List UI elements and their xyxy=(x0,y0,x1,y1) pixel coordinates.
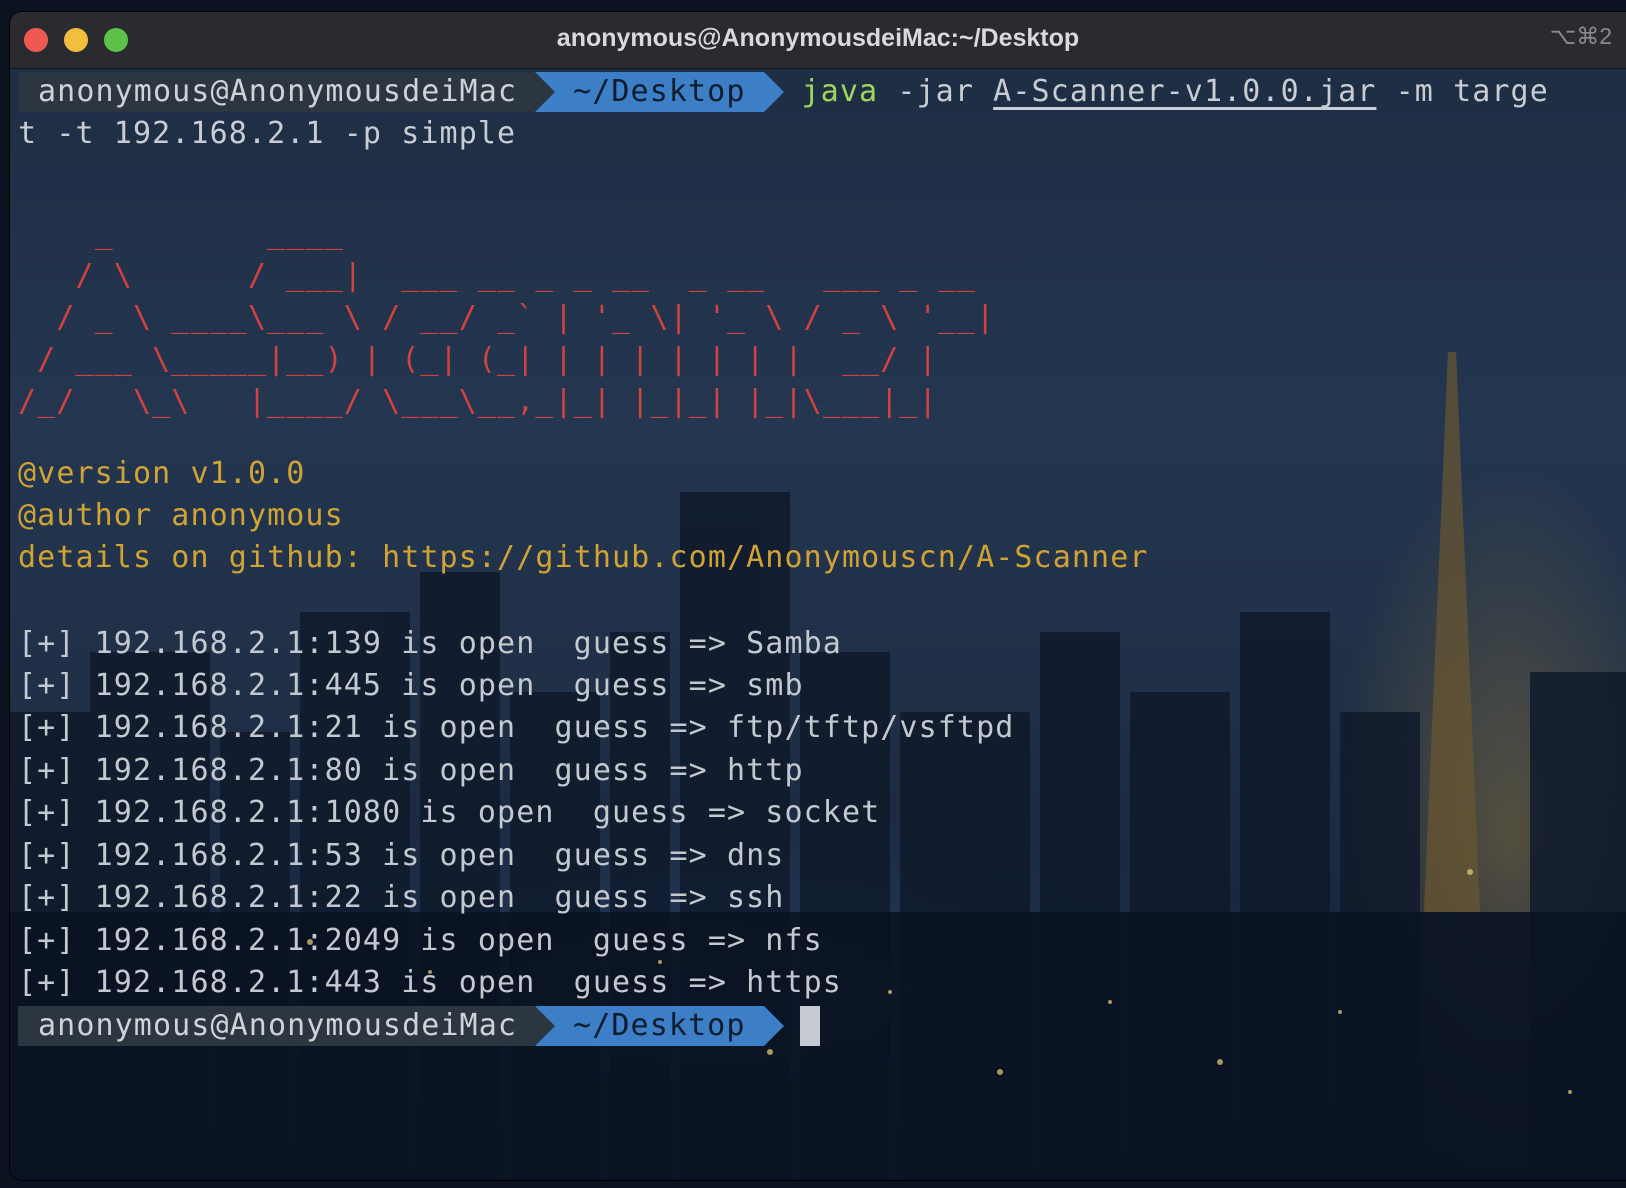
scan-result-line: [+] 192.168.2.1:443 is open guess => htt… xyxy=(18,965,842,1000)
command-jar-file: A-Scanner-v1.0.0.jar xyxy=(993,74,1377,109)
version-line: @version v1.0.0 xyxy=(18,456,306,491)
prompt-dir-segment: ~/Desktop xyxy=(535,72,785,112)
banner-line: / ___ \_____|__) | (_| (_| | | | | | | |… xyxy=(18,342,938,377)
scan-result-line: [+] 192.168.2.1:21 is open guess => ftp/… xyxy=(18,710,1015,745)
command-prompt-line: anonymous@AnonymousdeiMac ~/Desktop java… xyxy=(18,72,1549,112)
window-shortcut: ⌥⌘2 xyxy=(1549,23,1612,49)
prompt-dir-segment: ~/Desktop xyxy=(535,1006,785,1046)
scan-result-line: [+] 192.168.2.1:445 is open guess => smb xyxy=(18,668,804,703)
command-text: java -jar A-Scanner-v1.0.0.jar -m targe xyxy=(802,72,1549,112)
window-title: anonymous@AnonymousdeiMac:~/Desktop xyxy=(556,24,1080,52)
prompt-user-segment: anonymous@AnonymousdeiMac xyxy=(18,1006,536,1046)
scan-result-line: [+] 192.168.2.1:2049 is open guess => nf… xyxy=(18,923,823,958)
scan-result-line: [+] 192.168.2.1:1080 is open guess => so… xyxy=(18,795,881,830)
details-line: details on github: https://github.com/An… xyxy=(18,540,1149,575)
banner-line: _ ____ xyxy=(18,216,344,251)
terminal-window: anonymous@AnonymousdeiMac:~/Desktop ⌥⌘2 … xyxy=(10,12,1626,1180)
author-line: @author anonymous xyxy=(18,498,344,533)
prompt-user-segment: anonymous@AnonymousdeiMac xyxy=(18,72,536,112)
scan-result-line: [+] 192.168.2.1:80 is open guess => http xyxy=(18,753,804,788)
command-jar-flag: -jar xyxy=(897,74,974,109)
command-args: -m targe xyxy=(1395,74,1549,109)
text-cursor[interactable] xyxy=(799,1006,820,1046)
scan-result-line: [+] 192.168.2.1:53 is open guess => dns xyxy=(18,838,785,873)
banner-line: / _ \ ____\___ \ / __/ _` | '_ \| '_ \ /… xyxy=(18,300,996,335)
command-wrap-line: t -t 192.168.2.1 -p simple xyxy=(18,116,517,151)
command-program: java xyxy=(801,74,879,109)
scan-result-line: [+] 192.168.2.1:22 is open guess => ssh xyxy=(18,880,785,915)
scan-result-line: [+] 192.168.2.1:139 is open guess => Sam… xyxy=(18,626,842,661)
current-prompt-line: anonymous@AnonymousdeiMac ~/Desktop xyxy=(18,1006,820,1046)
banner-line: / \ / ___| ___ __ _ _ __ _ __ ___ _ __ xyxy=(18,258,977,293)
banner-line: /_/ \_\ |____/ \___\__,_|_| |_|_| |_|\__… xyxy=(18,384,938,419)
terminal-output[interactable]: anonymous@AnonymousdeiMac ~/Desktop java… xyxy=(18,68,1618,1168)
title-bar: anonymous@AnonymousdeiMac:~/Desktop ⌥⌘2 xyxy=(10,12,1626,69)
